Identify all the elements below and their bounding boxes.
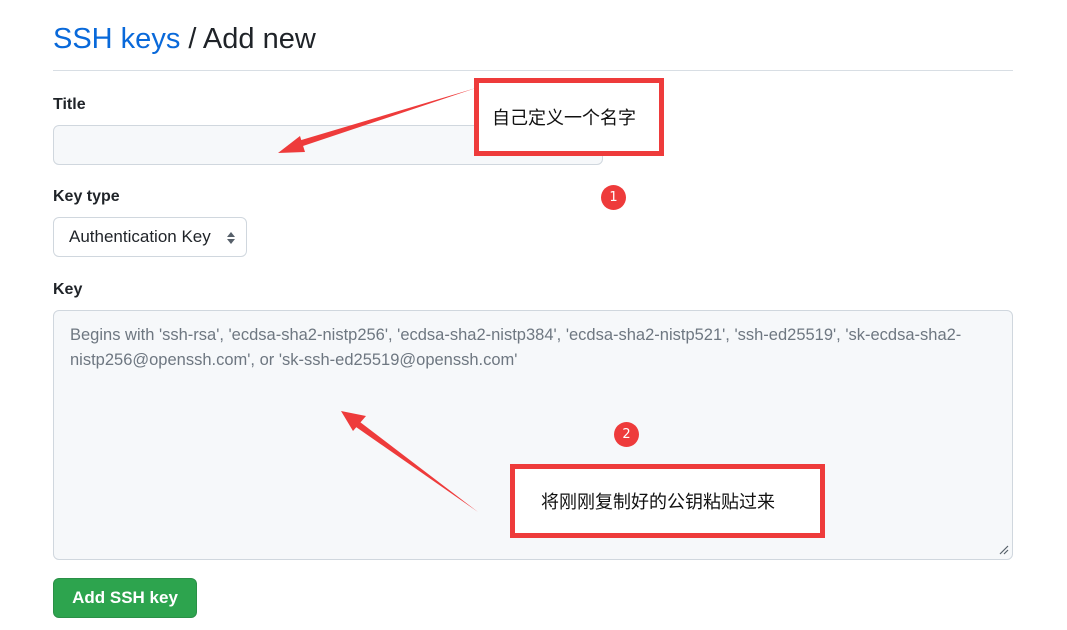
key-type-selected-value: Authentication Key <box>69 227 211 246</box>
page-title: SSH keys / Add new <box>53 20 316 58</box>
key-type-label: Key type <box>53 188 120 205</box>
breadcrumb-ssh-keys-link[interactable]: SSH keys <box>53 23 180 55</box>
page: SSH keys / Add new Title Key type Authen… <box>0 0 1067 630</box>
add-ssh-key-button[interactable]: Add SSH key <box>53 578 197 618</box>
title-divider <box>53 70 1013 71</box>
annotation-note-title-text: 自己定义一个名字 <box>492 108 636 129</box>
updown-caret-icon <box>227 232 235 244</box>
resize-grip-icon[interactable] <box>997 543 1009 555</box>
key-label: Key <box>53 281 83 298</box>
annotation-note-title: 自己定义一个名字 <box>474 78 664 156</box>
annotation-badge-2: 2 <box>614 422 639 447</box>
annotation-note-key-text: 将刚刚复制好的公钥粘贴过来 <box>541 492 775 513</box>
annotation-note-key: 将刚刚复制好的公钥粘贴过来 <box>510 464 825 538</box>
title-label: Title <box>53 96 86 113</box>
breadcrumb-separator: / <box>188 23 197 55</box>
key-type-select[interactable]: Authentication Key <box>53 217 247 257</box>
annotation-badge-1: 1 <box>601 185 626 210</box>
breadcrumb-current: Add new <box>202 23 316 55</box>
